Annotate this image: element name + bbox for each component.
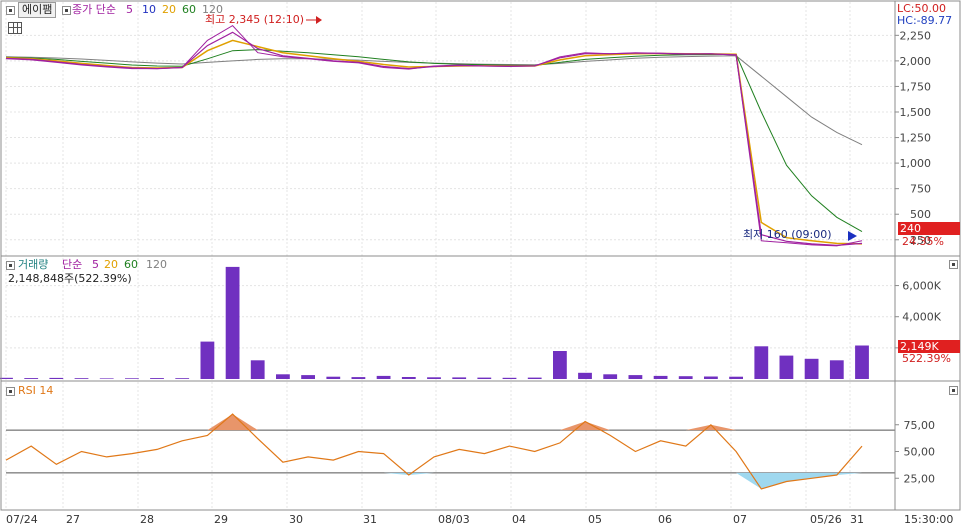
price-tick-label: 750 (910, 183, 931, 196)
volume-bar (754, 346, 769, 379)
stock-name-button[interactable]: 에이팸 (18, 2, 57, 18)
price-tick-label: 500 (910, 208, 931, 221)
volume-bar (729, 376, 743, 379)
volume-bar (804, 358, 819, 379)
volume-bar (628, 375, 643, 379)
volume-bar (603, 374, 618, 379)
volume-bar (527, 377, 542, 379)
low-annotation: 최저 160 (09:00) (743, 228, 832, 241)
ma-toggle-icon[interactable] (62, 6, 71, 15)
volume-bar (829, 360, 844, 379)
current-volume-pct: 522.39% (902, 352, 951, 365)
volume-close-icon[interactable] (949, 260, 958, 269)
x-axis-label: 07 (733, 513, 747, 526)
volume-bar (175, 378, 190, 379)
rsi-close-icon[interactable] (949, 386, 958, 395)
vol-ma-label-60: 60 (124, 258, 138, 271)
price-legend-prefix: 종가 단순 (72, 3, 116, 16)
volume-bar (49, 377, 64, 379)
volume-menu-icon[interactable] (6, 261, 15, 270)
table-view-icon[interactable] (8, 22, 22, 34)
x-axis-label: 15:30:00 (904, 513, 953, 526)
volume-bar (276, 374, 290, 379)
high-annotation: 최고 2,345 (12:10) (205, 13, 305, 26)
chart-canvas: 2,2502,0001,7501,5001,2501,0007505002506… (0, 0, 962, 529)
vol-ma-label-20: 20 (104, 258, 118, 271)
volume-bar (200, 341, 215, 379)
volume-bar (452, 377, 467, 379)
x-axis-label: 31 (850, 513, 864, 526)
volume-bar (779, 355, 794, 379)
x-axis-label: 27 (66, 513, 80, 526)
x-axis-label: 08/03 (438, 513, 470, 526)
current-price-tag: 240 (898, 222, 960, 235)
volume-bar (704, 376, 718, 379)
volume-bar (427, 377, 441, 379)
price-tick-label: 1,250 (900, 132, 932, 145)
volume-legend-prefix: 거래량 (18, 258, 49, 271)
price-tick-label: 1,500 (900, 106, 932, 119)
rsi-menu-icon[interactable] (6, 387, 15, 396)
stock-chart-window: 2,250 2,000 1,750 1,500 1,250 1,000 750 500 250 6… (0, 0, 962, 529)
volume-bar (250, 360, 265, 379)
volume-bar (653, 375, 668, 379)
volume-tick-label: 4,000K (902, 311, 941, 324)
ma-label-10: 10 (142, 3, 156, 16)
volume-bar (502, 377, 517, 379)
price-tick-label: 2,250 (900, 29, 932, 42)
x-axis-label: 05 (588, 513, 602, 526)
volume-bar (401, 377, 416, 379)
x-axis-label: 07/24 (6, 513, 38, 526)
vol-ma-label-120: 120 (146, 258, 167, 271)
volume-value-text: 2,148,848주(522.39%) (8, 272, 132, 285)
volume-bar (678, 376, 693, 379)
ma-label-60: 60 (182, 3, 196, 16)
volume-tick-label: 6,000K (902, 280, 941, 293)
volume-bar (301, 375, 315, 379)
ma-label-20: 20 (162, 3, 176, 16)
price-tick-label: 1,000 (900, 157, 932, 170)
rsi-tick-label: 75,00 (904, 419, 936, 432)
volume-bar (351, 377, 366, 379)
volume-bar (477, 377, 492, 379)
ma-label-5: 5 (126, 3, 133, 16)
volume-bar (326, 376, 341, 379)
x-axis-label: 06 (658, 513, 672, 526)
volume-bar (74, 378, 89, 379)
volume-bar (24, 378, 39, 379)
volume-bar (99, 378, 114, 379)
x-axis-label: 04 (512, 513, 526, 526)
rsi-tick-label: 50,00 (904, 446, 936, 459)
volume-bar (0, 377, 13, 379)
volume-bar (150, 378, 164, 379)
rsi-tick-label: 25,00 (904, 472, 936, 485)
x-axis-label: 28 (140, 513, 154, 526)
volume-bar (855, 345, 869, 379)
price-tick-label: 1,750 (900, 80, 932, 93)
current-change: 24.35% (902, 235, 944, 248)
x-axis-label: 30 (289, 513, 303, 526)
volume-ma-prefix: 단순 (62, 258, 83, 271)
x-axis-label: 29 (214, 513, 228, 526)
vol-ma-label-5: 5 (92, 258, 99, 271)
rsi-label: RSI 14 (18, 384, 54, 397)
x-axis-label: 05/26 (810, 513, 842, 526)
price-tick-label: 2,000 (900, 55, 932, 68)
panel-menu-icon[interactable] (6, 6, 15, 15)
hc-label: HC:-89.77 (897, 14, 953, 27)
volume-bar (125, 378, 139, 379)
volume-bar (553, 351, 567, 379)
volume-bar (578, 372, 592, 379)
volume-bar (376, 375, 391, 379)
volume-bar (225, 266, 240, 379)
x-axis-label: 31 (363, 513, 377, 526)
